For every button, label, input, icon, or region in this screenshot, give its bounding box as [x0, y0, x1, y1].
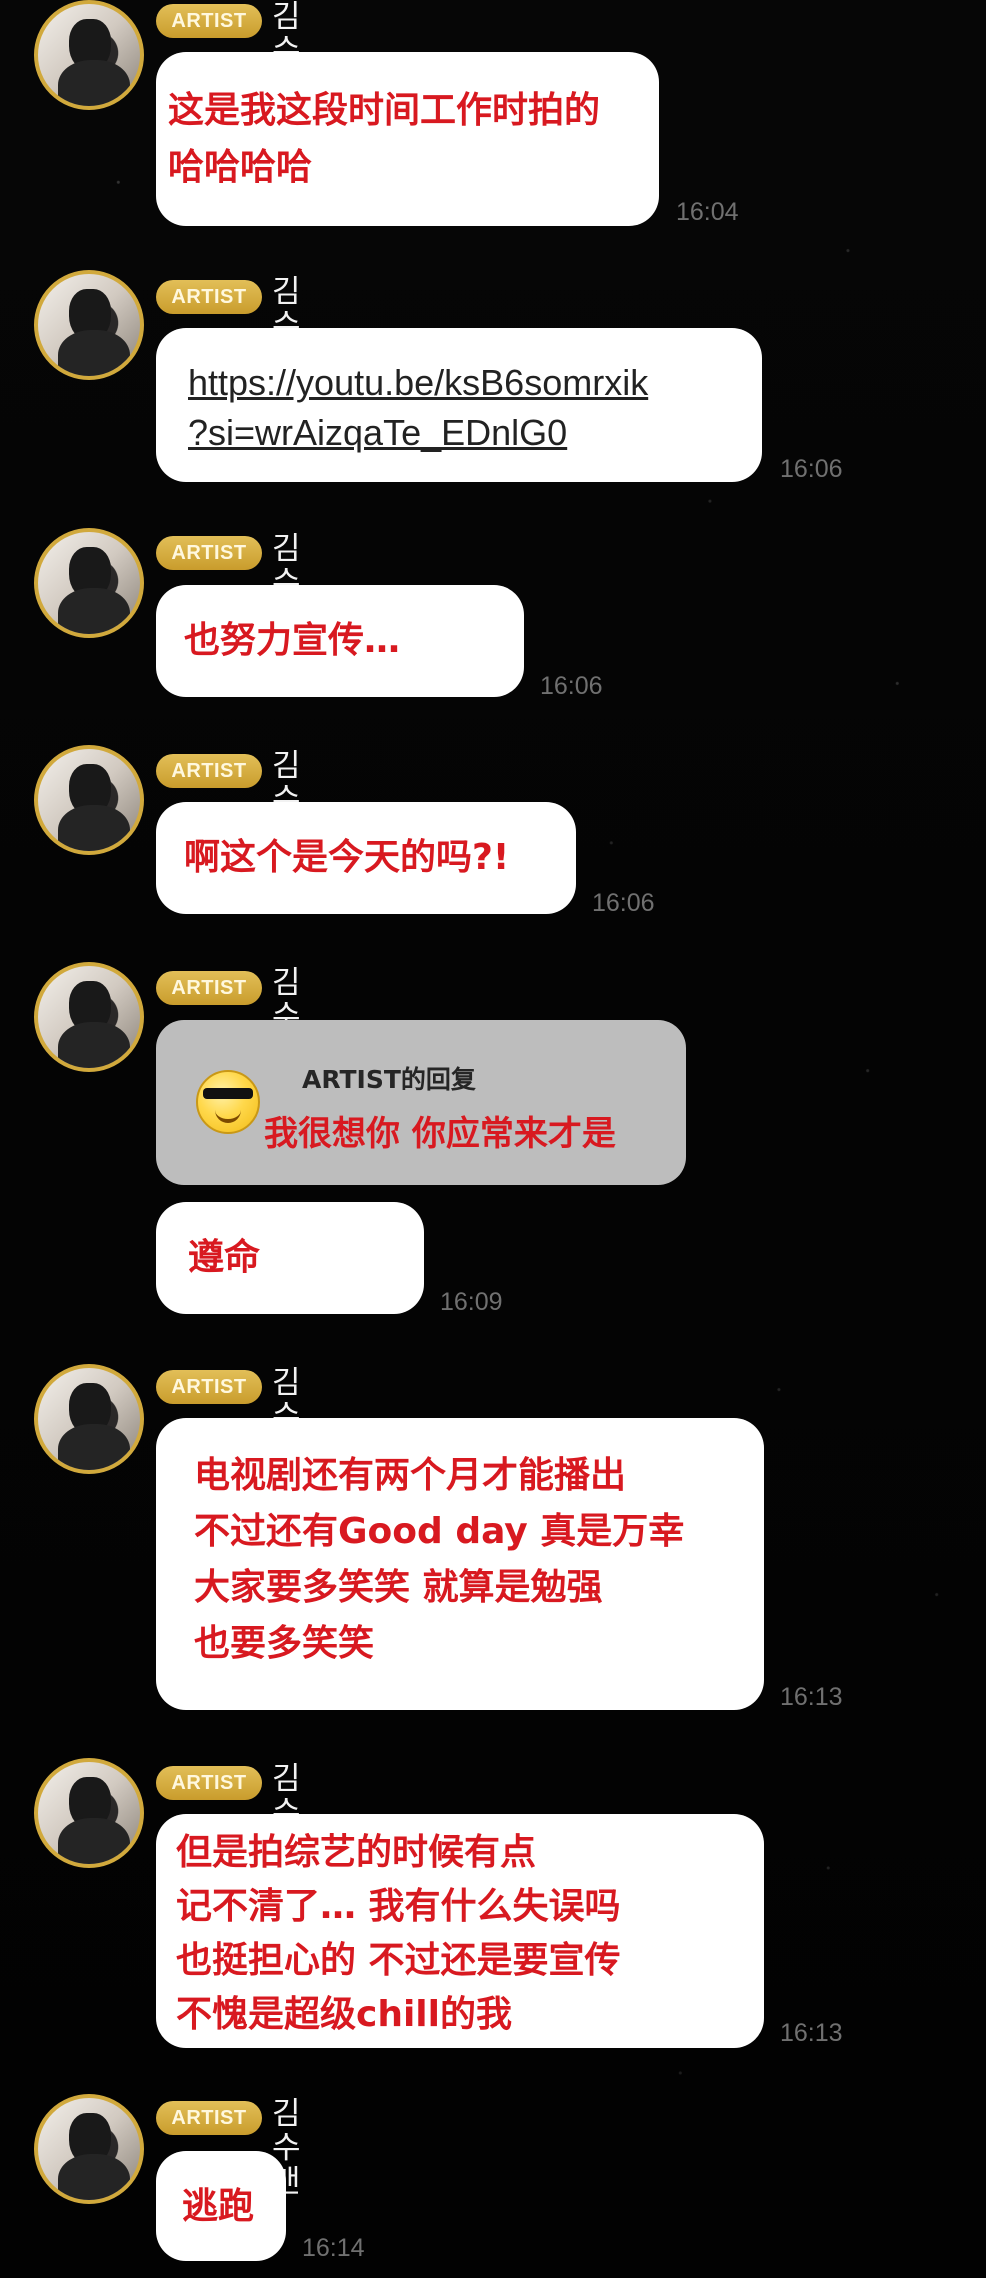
artist-badge: ARTIST: [156, 4, 262, 38]
message-line: 逃跑: [182, 2186, 255, 2227]
message-bubble[interactable]: 遵命: [156, 1202, 424, 1314]
message-line: 也要多笑笑: [194, 1623, 375, 1664]
artist-badge: ARTIST: [156, 2101, 262, 2135]
message-bubble[interactable]: 也努力宣传…: [156, 585, 524, 697]
timestamp: 16:13: [780, 1683, 843, 1711]
message-line: 啊这个是今天的吗?!: [184, 837, 510, 878]
reply-label: ARTIST的回复: [302, 1065, 476, 1094]
artist-badge: ARTIST: [156, 280, 262, 314]
timestamp: 16:14: [302, 2234, 365, 2262]
message-line: 不愧是超级chill的我: [176, 1994, 512, 2035]
avatar[interactable]: [34, 745, 144, 855]
message-bubble[interactable]: 电视剧还有两个月才能播出 不过还有Good day 真是万幸 大家要多笑笑 就算…: [156, 1418, 764, 1710]
message-line: 大家要多笑笑 就算是勉强: [194, 1567, 603, 1608]
message-bubble[interactable]: 这是我这段时间工作时拍的 哈哈哈哈: [156, 52, 659, 226]
timestamp: 16:06: [780, 455, 843, 483]
artist-badge: ARTIST: [156, 971, 262, 1005]
avatar[interactable]: [34, 0, 144, 110]
artist-badge: ARTIST: [156, 1766, 262, 1800]
message-bubble[interactable]: 逃跑: [156, 2151, 286, 2261]
message-line: 也努力宣传…: [184, 620, 401, 661]
timestamp: 16:09: [440, 1288, 503, 1316]
artist-badge: ARTIST: [156, 1370, 262, 1404]
message-line: 遵命: [188, 1237, 261, 1278]
message-line: 电视剧还有两个月才能播出: [194, 1455, 627, 1496]
avatar[interactable]: [34, 962, 144, 1072]
avatar[interactable]: [34, 1364, 144, 1474]
avatar[interactable]: [34, 528, 144, 638]
artist-badge: ARTIST: [156, 754, 262, 788]
timestamp: 16:13: [780, 2019, 843, 2047]
timestamp: 16:04: [676, 198, 739, 226]
message-bubble[interactable]: 啊这个是今天的吗?!: [156, 802, 576, 914]
youtube-link-line[interactable]: https://youtu.be/ksB6somrxik: [188, 358, 762, 408]
link-bubble[interactable]: https://youtu.be/ksB6somrxik ?si=wrAizqa…: [156, 328, 762, 482]
message-line: 不过还有Good day 真是万幸: [194, 1511, 685, 1552]
timestamp: 16:06: [592, 889, 655, 917]
sunglasses-emoji-icon: [196, 1070, 260, 1134]
avatar[interactable]: [34, 270, 144, 380]
message-line: 但是拍综艺的时候有点: [176, 1832, 537, 1873]
message-line: 也挺担心的 不过还是要宣传: [176, 1940, 621, 1981]
message-line: 记不清了… 我有什么失误吗: [176, 1886, 621, 1927]
message-line: 哈哈哈哈: [168, 147, 313, 188]
timestamp: 16:06: [540, 672, 603, 700]
artist-badge: ARTIST: [156, 536, 262, 570]
youtube-link-line[interactable]: ?si=wrAizqaTe_EDnlG0: [188, 408, 762, 458]
avatar[interactable]: [34, 1758, 144, 1868]
reply-text: 我很想你 你应常来才是: [264, 1114, 616, 1154]
message-bubble[interactable]: 但是拍综艺的时候有点 记不清了… 我有什么失误吗 也挺担心的 不过还是要宣传 不…: [156, 1814, 764, 2048]
message-line: 这是我这段时间工作时拍的: [168, 90, 601, 131]
avatar[interactable]: [34, 2094, 144, 2204]
reply-preview[interactable]: ARTIST的回复 我很想你 你应常来才是: [156, 1020, 686, 1185]
